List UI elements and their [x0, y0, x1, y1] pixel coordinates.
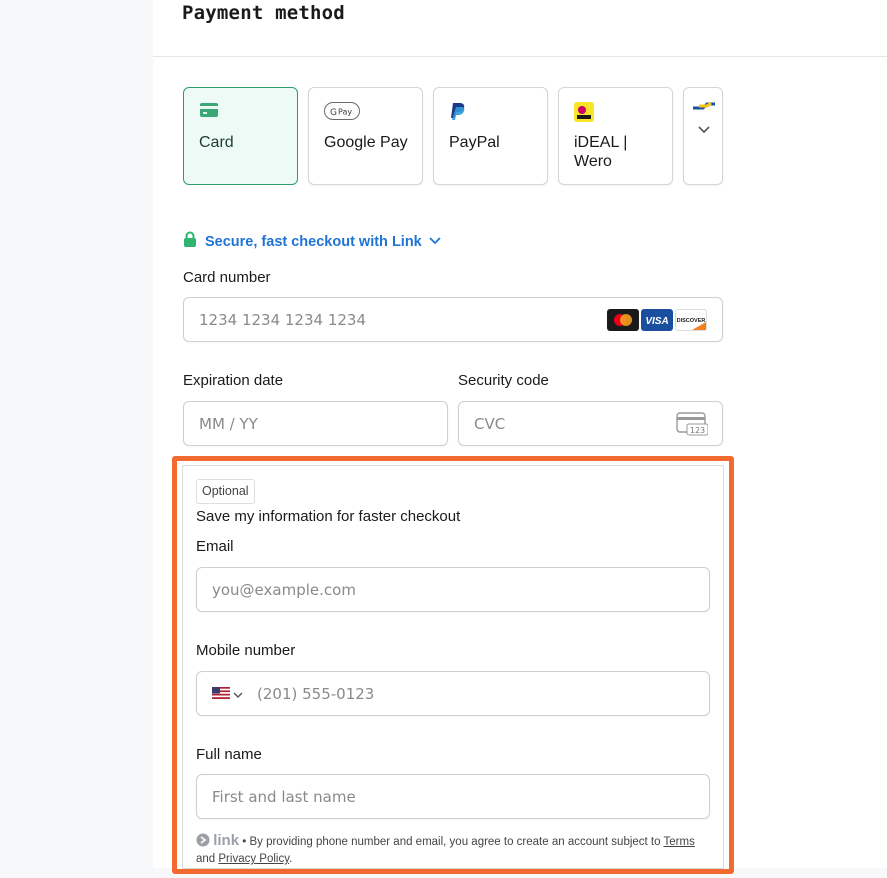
privacy-policy-link[interactable]: Privacy Policy	[218, 853, 289, 865]
expiration-date-input[interactable]	[199, 402, 432, 445]
svg-text:DISCOVER: DISCOVER	[677, 318, 706, 324]
svg-text:Pay: Pay	[338, 108, 352, 117]
tab-google-pay-label: Google Pay	[324, 134, 408, 151]
email-input[interactable]	[212, 568, 694, 611]
tab-google-pay[interactable]: G Pay Google Pay	[308, 87, 423, 185]
link-terms-note: link • By providing phone number and ema…	[196, 832, 716, 868]
mastercard-icon	[607, 309, 639, 331]
period-text: .	[289, 853, 293, 865]
mobile-number-input[interactable]	[257, 672, 697, 715]
tab-ideal-wero-label: iDEAL | Wero	[574, 134, 628, 170]
full-name-field-wrapper	[196, 774, 710, 819]
terms-link[interactable]: Terms	[664, 836, 695, 848]
email-field-wrapper	[196, 567, 710, 612]
security-code-input[interactable]	[474, 402, 654, 445]
full-name-input[interactable]	[212, 775, 694, 818]
link-logo-text: link	[213, 832, 240, 849]
bancontact-partial-icon	[691, 101, 717, 119]
tab-paypal[interactable]: PayPal	[433, 87, 548, 185]
cvc-card-icon: 123	[676, 412, 709, 441]
link-checkout-text: Secure, fast checkout with Link	[205, 234, 422, 250]
visa-icon: VISA	[641, 309, 673, 331]
paypal-icon	[449, 102, 467, 127]
expiration-date-label: Expiration date	[183, 372, 284, 389]
country-select[interactable]	[212, 686, 243, 704]
chevron-down-icon	[697, 122, 711, 140]
link-checkout-toggle[interactable]: Secure, fast checkout with Link	[183, 231, 442, 253]
expiration-field-wrapper	[183, 401, 448, 446]
svg-text:VISA: VISA	[645, 316, 668, 327]
mobile-number-label: Mobile number	[196, 642, 296, 659]
optional-badge: Optional	[196, 479, 255, 504]
page-title: Payment method	[182, 2, 345, 24]
page-header: Payment method	[153, 0, 887, 57]
card-icon	[199, 102, 219, 123]
tab-card[interactable]: Card	[183, 87, 298, 185]
terms-text: • By providing phone number and email, y…	[239, 836, 664, 848]
discover-icon: DISCOVER	[675, 309, 707, 331]
chevron-down-icon	[233, 686, 243, 704]
save-info-text: Save my information for faster checkout	[196, 508, 461, 525]
lock-icon	[183, 231, 197, 253]
mobile-field-wrapper	[196, 671, 710, 716]
tab-card-label: Card	[199, 134, 234, 151]
tab-ideal-wero[interactable]: iDEAL | Wero	[558, 87, 673, 185]
and-text: and	[196, 853, 219, 865]
svg-text:123: 123	[690, 426, 705, 435]
security-code-field-wrapper: 123	[458, 401, 723, 446]
card-number-field-wrapper: VISA DISCOVER	[183, 297, 723, 342]
google-pay-icon: G Pay	[324, 102, 360, 125]
left-gutter	[0, 0, 153, 878]
chevron-down-icon	[428, 233, 442, 251]
full-name-label: Full name	[196, 746, 262, 763]
card-number-label: Card number	[183, 269, 271, 286]
us-flag-icon	[212, 686, 230, 704]
security-code-label: Security code	[458, 372, 549, 389]
email-label: Email	[196, 538, 234, 555]
tab-paypal-label: PayPal	[449, 134, 500, 151]
ideal-wero-icon	[574, 102, 594, 127]
svg-text:G: G	[330, 108, 337, 118]
tab-more[interactable]	[683, 87, 723, 185]
link-logo-icon	[196, 833, 213, 848]
